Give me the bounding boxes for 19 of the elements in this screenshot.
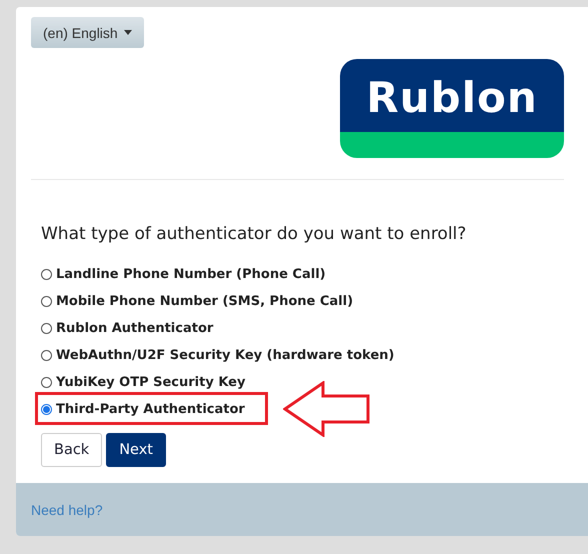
radio-option[interactable]: Landline Phone Number (Phone Call) (41, 261, 326, 288)
radio-option[interactable]: Rublon Authenticator (41, 315, 214, 342)
caret-icon (124, 30, 132, 35)
radio-button[interactable] (41, 323, 52, 334)
radio-button[interactable] (41, 377, 52, 388)
question-heading: What type of authenticator do you want to enroll? (41, 224, 468, 244)
language-dropdown[interactable]: (en) English (31, 17, 144, 48)
radio-option[interactable]: Third-Party Authenticator (41, 396, 245, 423)
radio-button[interactable] (41, 350, 52, 361)
next-button[interactable]: Next (106, 433, 166, 467)
logo: Rublon (340, 59, 564, 158)
radio-option[interactable]: Mobile Phone Number (SMS, Phone Call) (41, 288, 354, 315)
back-button[interactable]: Back (41, 433, 102, 467)
radio-button[interactable] (41, 296, 52, 307)
arrow-icon (283, 381, 371, 437)
radio-option[interactable]: WebAuthn/U2F Security Key (hardware token) (41, 342, 394, 369)
radio-option[interactable]: YubiKey OTP Security Key (41, 369, 246, 396)
radio-button[interactable] (41, 269, 52, 280)
radio-button[interactable] (41, 404, 52, 415)
